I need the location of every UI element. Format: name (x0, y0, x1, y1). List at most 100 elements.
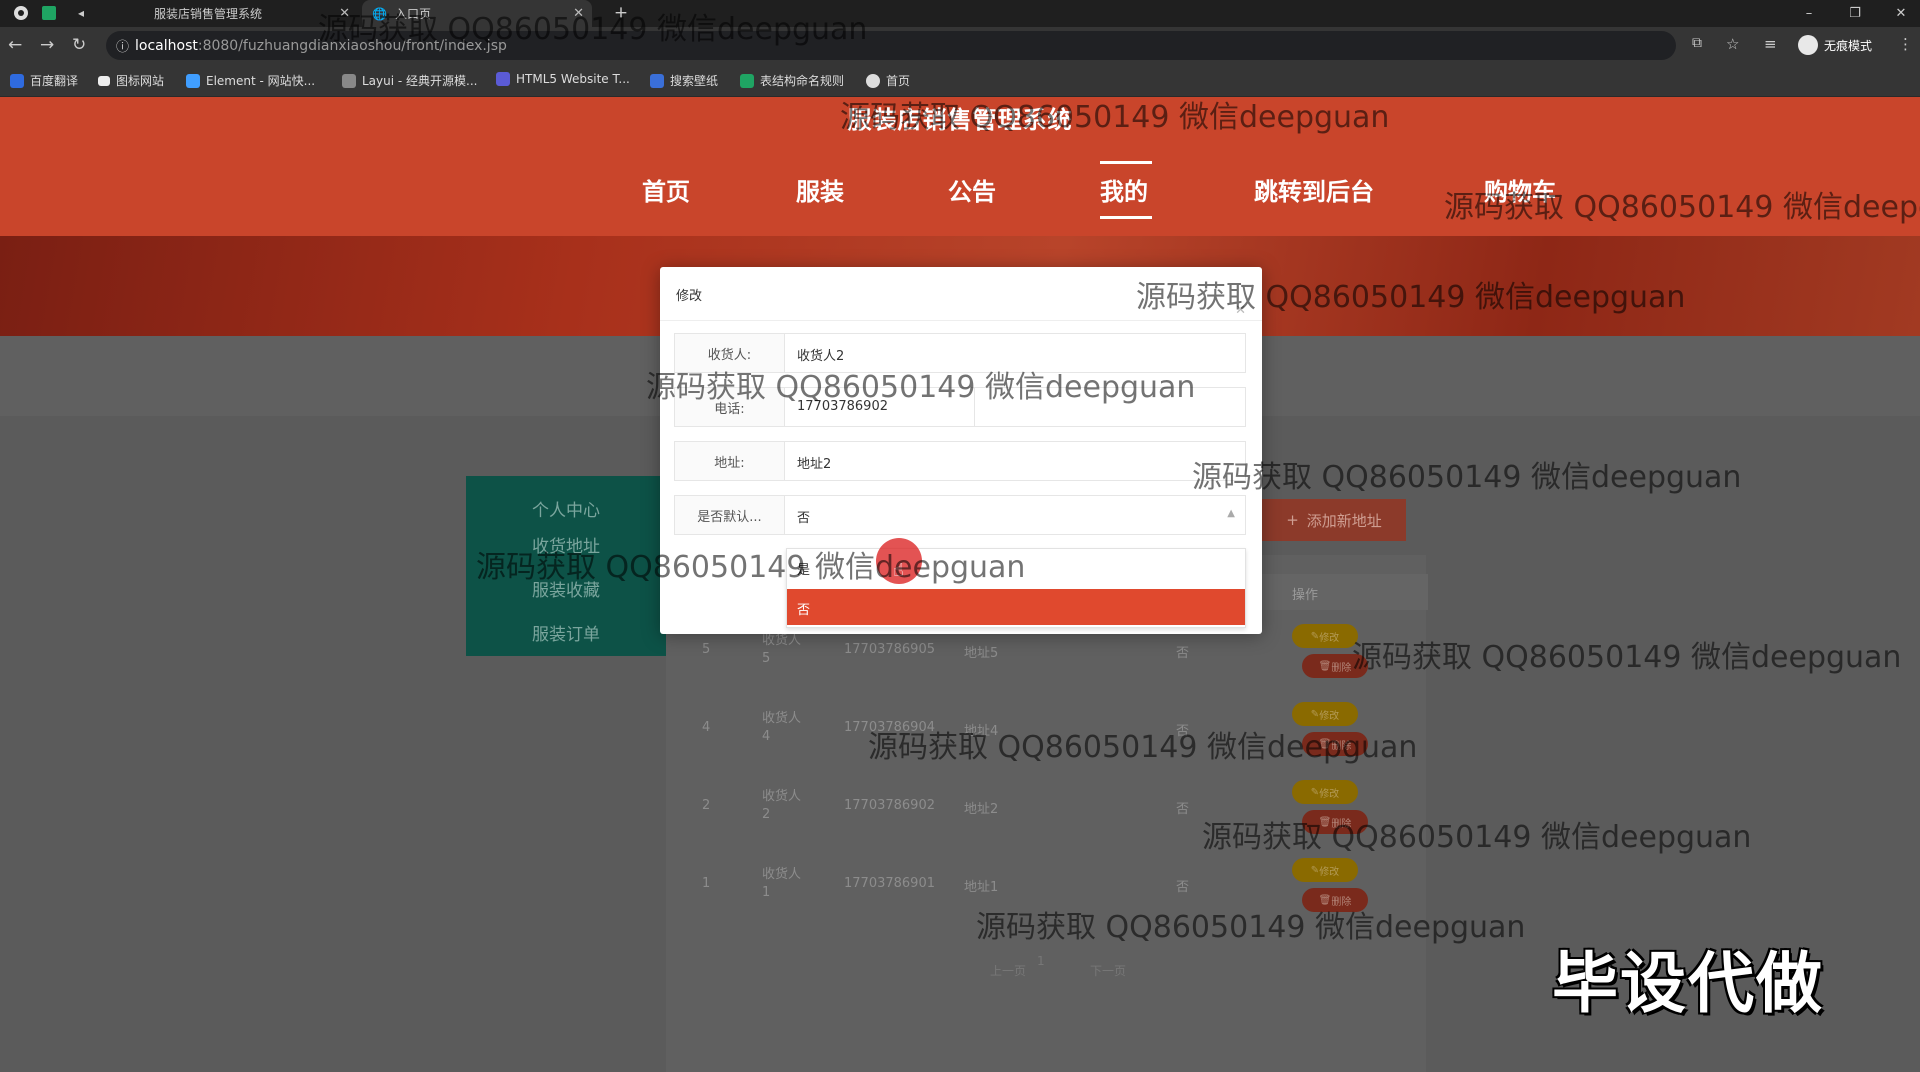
trash-icon: 🗑 (1318, 894, 1332, 906)
delete-button[interactable]: 🗑 删除 (1302, 654, 1368, 678)
forward-icon[interactable]: → (40, 35, 54, 55)
sidebar-item-favorites[interactable]: 服装收藏 (466, 576, 666, 601)
incognito-label: 无痕模式 (1824, 39, 1873, 53)
bookmark-item[interactable]: 图标网站 (98, 72, 164, 89)
edit-label: 修改 (1319, 632, 1340, 644)
row-address: 地址2 (964, 802, 999, 817)
tab-title: 服装店销售管理系统 (154, 7, 263, 21)
nav-home[interactable]: 首页 (642, 172, 690, 207)
nav-mine[interactable]: 我的 (1100, 172, 1148, 207)
browser-tab-strip: ◂ 服装店销售管理系统 ✕ 🌐 入口页 ✕ + – ❐ ✕ (0, 0, 1920, 27)
bookmark-label: Element - 网站快... (206, 74, 316, 88)
bookmark-item[interactable]: 首页 (866, 72, 910, 89)
row-default: 否 (1176, 646, 1190, 661)
delete-button[interactable]: 🗑 删除 (1302, 732, 1368, 756)
consignee-label: 收货人: (675, 334, 785, 372)
bookmark-item[interactable]: Element - 网站快... (186, 72, 315, 89)
sidebar-item-address[interactable]: 收货地址 (466, 532, 666, 557)
nav-cart[interactable]: 购物车 (1484, 172, 1556, 207)
url-host: localhost (135, 37, 198, 54)
incognito-icon[interactable] (1798, 35, 1818, 55)
edit-label: 修改 (1319, 788, 1340, 800)
restore-icon[interactable]: ❐ (1832, 0, 1878, 27)
close-tab-icon[interactable]: ✕ (339, 6, 350, 21)
dropdown-option-no[interactable]: 否 (787, 589, 1245, 625)
nav-notice[interactable]: 公告 (948, 172, 996, 207)
browser-logo-icon (12, 4, 30, 22)
tab-entry[interactable]: 🌐 入口页 ✕ (362, 0, 592, 27)
pager-prev[interactable]: 上一页 (990, 962, 1026, 992)
menu-icon[interactable]: ⋮ (1898, 35, 1913, 53)
side-menu: 个人中心 收货地址 服装收藏 服装订单 (466, 476, 666, 656)
row-phone: 17703786905 (844, 642, 935, 657)
address-toolbar: ← → ↻ ⓘ localhost:8080/fuzhuangdianxiaos… (0, 27, 1920, 64)
globe-bookmark-icon (866, 73, 880, 88)
nav-active-underline (1100, 216, 1152, 219)
reading-list-icon[interactable]: ≡ (1764, 35, 1777, 53)
flag-icon (98, 75, 110, 86)
new-tab-icon[interactable]: + (612, 3, 630, 23)
add-address-button[interactable]: + 添加新地址 (1262, 499, 1406, 541)
bookmark-item[interactable]: 百度翻译 (10, 72, 78, 89)
dropdown-option-yes[interactable]: 是 (787, 549, 1245, 585)
row-address: 地址1 (964, 880, 999, 895)
close-tab-icon[interactable]: ✕ (573, 6, 584, 21)
row-id: 5 (702, 642, 711, 657)
bookmark-item[interactable]: 搜索壁纸 (650, 72, 718, 89)
bookmarks-bar: 百度翻译 图标网站 Element - 网站快... Layui - 经典开源模… (0, 64, 1920, 97)
trash-icon: 🗑 (1318, 816, 1332, 828)
row-name: 收货人 5 (762, 633, 802, 666)
bookmark-label: 表结构命名规则 (760, 74, 845, 88)
select-arrow-icon[interactable]: ▲ (1227, 508, 1235, 519)
reload-icon[interactable]: ↻ (72, 35, 86, 55)
speaker-icon[interactable]: ◂ (72, 4, 90, 22)
consignee-input[interactable]: 收货人2 (797, 345, 844, 364)
pager-current[interactable]: 1 (1037, 954, 1045, 984)
translate-icon[interactable]: ⧉ (1692, 35, 1702, 51)
bookmark-label: 图标网站 (116, 74, 165, 88)
nav-clothing[interactable]: 服装 (796, 172, 844, 207)
sidebar-item-orders[interactable]: 服装订单 (466, 620, 666, 645)
bookmark-item[interactable]: 表结构命名规则 (740, 72, 844, 89)
address-input[interactable]: 地址2 (797, 453, 831, 472)
star-icon[interactable]: ☆ (1726, 35, 1739, 53)
minimize-icon[interactable]: – (1786, 0, 1832, 27)
close-window-icon[interactable]: ✕ (1878, 0, 1920, 27)
phone-label: 电话: (675, 388, 785, 426)
info-icon[interactable]: ⓘ (116, 36, 129, 55)
tab-system[interactable]: 服装店销售管理系统 ✕ (108, 0, 358, 27)
address-label: 地址: (675, 442, 785, 480)
phone-input[interactable]: 17703786902 (797, 399, 888, 414)
modal-title: 修改 (676, 289, 703, 304)
url-bar[interactable]: ⓘ localhost:8080/fuzhuangdianxiaoshou/fr… (106, 31, 1676, 60)
edit-button[interactable]: ✎ 修改 (1292, 780, 1358, 804)
bookmark-label: 搜索壁纸 (670, 74, 719, 88)
sidebar-item-profile[interactable]: 个人中心 (466, 496, 666, 521)
back-icon[interactable]: ← (8, 35, 22, 55)
default-dropdown: 是 否 (786, 548, 1246, 628)
edit-label: 修改 (1319, 866, 1340, 878)
row-name: 收货人 1 (762, 867, 802, 900)
nav-admin[interactable]: 跳转到后台 (1254, 172, 1374, 207)
pager-next[interactable]: 下一页 (1090, 962, 1126, 992)
edit-button[interactable]: ✎ 修改 (1292, 702, 1358, 726)
row-phone: 17703786904 (844, 720, 935, 735)
edit-button[interactable]: ✎ 修改 (1292, 624, 1358, 648)
row-id: 2 (702, 798, 711, 813)
pencil-icon: ✎ (1310, 864, 1320, 876)
delete-button[interactable]: 🗑 删除 (1302, 888, 1368, 912)
row-phone: 17703786901 (844, 876, 935, 891)
nav-active-top-bar (1100, 161, 1152, 164)
row-id: 1 (702, 876, 711, 891)
close-icon[interactable]: ✕ (1235, 303, 1246, 318)
tab-title: 入口页 (394, 7, 431, 21)
sheet-icon[interactable] (40, 4, 58, 22)
bookmark-item[interactable]: Layui - 经典开源模... (342, 72, 477, 89)
default-label: 是否默认... (675, 496, 785, 534)
bookmark-item[interactable]: HTML5 Website T... (496, 72, 630, 86)
default-select[interactable]: 否 (797, 507, 810, 526)
bookmark-label: 百度翻译 (30, 74, 79, 88)
edit-button[interactable]: ✎ 修改 (1292, 858, 1358, 882)
row-default: 否 (1176, 724, 1190, 739)
delete-button[interactable]: 🗑 删除 (1302, 810, 1368, 834)
